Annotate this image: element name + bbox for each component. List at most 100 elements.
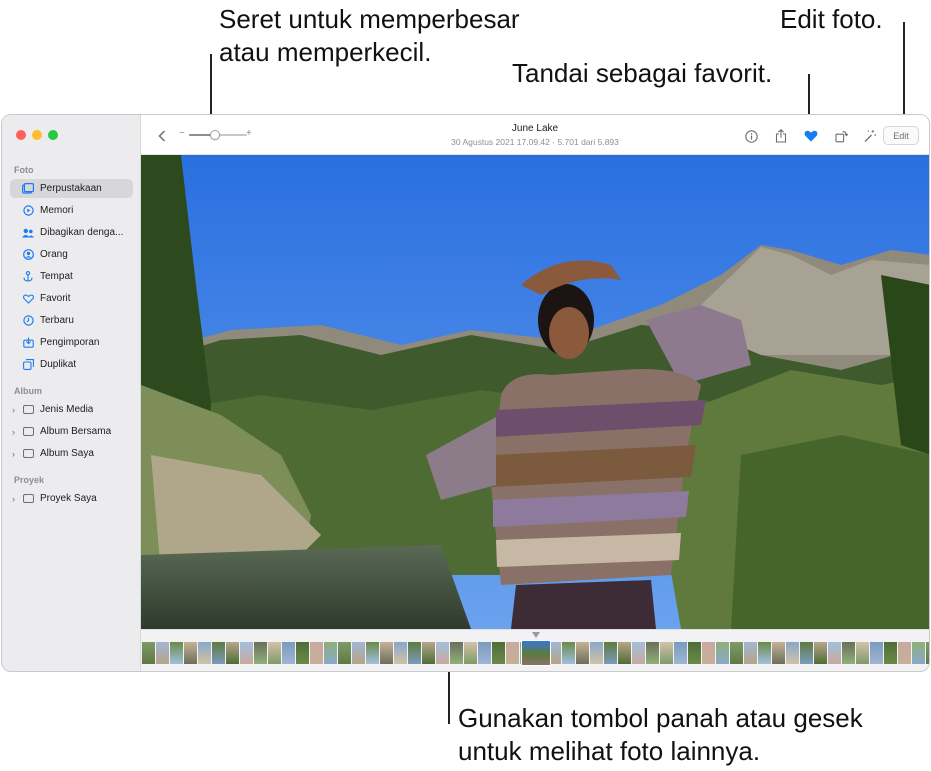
filmstrip-thumbnail[interactable] bbox=[800, 642, 813, 664]
filmstrip-thumbnail[interactable] bbox=[212, 642, 225, 664]
chevron-right-icon[interactable]: › bbox=[12, 405, 15, 415]
filmstrip-thumbnail[interactable] bbox=[674, 642, 687, 664]
filmstrip-thumbnail[interactable] bbox=[422, 642, 435, 664]
zoom-callout: Seret untuk memperbesar atau memperkecil… bbox=[219, 3, 520, 69]
filmstrip-thumbnail[interactable] bbox=[562, 642, 575, 664]
filmstrip-thumbnail[interactable] bbox=[380, 642, 393, 664]
filmstrip-thumbnail[interactable] bbox=[170, 642, 183, 664]
sidebar-item-label: Proyek Saya bbox=[40, 493, 97, 504]
filmstrip-thumbnail[interactable] bbox=[324, 642, 337, 664]
sidebar-item-favorites[interactable]: Favorit bbox=[10, 289, 133, 308]
sidebar-item-places[interactable]: Tempat bbox=[10, 267, 133, 286]
zoom-slider[interactable] bbox=[189, 130, 247, 140]
filmstrip-thumbnail[interactable] bbox=[436, 642, 449, 664]
chevron-right-icon[interactable]: › bbox=[12, 449, 15, 459]
filmstrip-thumbnail[interactable] bbox=[912, 642, 925, 664]
filmstrip-thumbnail[interactable] bbox=[576, 642, 589, 664]
toolbar: − + June Lake 30 Agustus 2021 17.09.42 ·… bbox=[141, 115, 929, 155]
sidebar-item-library[interactable]: Perpustakaan bbox=[10, 179, 133, 198]
filmstrip-thumbnail[interactable] bbox=[366, 642, 379, 664]
filmstrip-thumbnail[interactable] bbox=[660, 642, 673, 664]
rotate-button[interactable] bbox=[832, 127, 850, 145]
filmstrip-thumbnail[interactable] bbox=[772, 642, 785, 664]
filmstrip-thumbnail[interactable] bbox=[646, 642, 659, 664]
sidebar-item-label: Memori bbox=[40, 205, 74, 216]
share-button[interactable] bbox=[772, 127, 790, 145]
filmstrip-thumbnail[interactable] bbox=[688, 642, 701, 664]
chevron-right-icon[interactable]: › bbox=[12, 427, 15, 437]
close-window-button[interactable] bbox=[16, 130, 26, 140]
sidebar-section-photos: Foto bbox=[14, 165, 34, 175]
favorite-button[interactable] bbox=[802, 127, 820, 145]
filmstrip-thumbnail[interactable] bbox=[226, 642, 239, 664]
filmstrip[interactable] bbox=[141, 629, 929, 671]
sidebar-item-shared-with-you[interactable]: Dibagikan denga... bbox=[10, 223, 133, 242]
filmstrip-thumbnail[interactable] bbox=[198, 642, 211, 664]
sidebar-item-people[interactable]: Orang bbox=[10, 245, 133, 264]
edit-button[interactable]: Edit bbox=[883, 126, 919, 145]
sidebar-item-label: Album Saya bbox=[40, 448, 94, 459]
filmstrip-thumbnail[interactable] bbox=[254, 642, 267, 664]
filmstrip-thumbnail[interactable] bbox=[730, 642, 743, 664]
browse-callout-line1: Gunakan tombol panah atau gesek bbox=[458, 703, 863, 733]
filmstrip-thumbnail[interactable] bbox=[758, 642, 771, 664]
filmstrip-thumbnail[interactable] bbox=[744, 642, 757, 664]
sidebar-item-imports[interactable]: Pengimporan bbox=[10, 333, 133, 352]
filmstrip-thumbnail[interactable] bbox=[842, 642, 855, 664]
filmstrip-thumbnail[interactable] bbox=[590, 642, 603, 664]
filmstrip-thumbnail[interactable] bbox=[856, 642, 869, 664]
filmstrip-thumbnail[interactable] bbox=[450, 642, 463, 664]
filmstrip-thumbnail[interactable] bbox=[618, 642, 631, 664]
filmstrip-thumbnail[interactable] bbox=[884, 642, 897, 664]
filmstrip-thumbnail[interactable] bbox=[408, 642, 421, 664]
zoom-callout-line2: atau memperkecil. bbox=[219, 37, 432, 67]
filmstrip-thumbnail[interactable] bbox=[464, 642, 477, 664]
filmstrip-thumbnail[interactable] bbox=[296, 642, 309, 664]
info-button[interactable] bbox=[742, 127, 760, 145]
filmstrip-thumbnail[interactable] bbox=[282, 642, 295, 664]
filmstrip-thumbnail[interactable] bbox=[268, 642, 281, 664]
sidebar-item-media-types[interactable]: › Jenis Media bbox=[10, 400, 133, 419]
sidebar-item-shared-albums[interactable]: › Album Bersama bbox=[10, 422, 133, 441]
main-photo bbox=[141, 155, 929, 629]
browse-callout: Gunakan tombol panah atau gesek untuk me… bbox=[458, 702, 863, 768]
chevron-right-icon[interactable]: › bbox=[12, 494, 15, 504]
filmstrip-thumbnail[interactable] bbox=[156, 642, 169, 664]
filmstrip-thumbnail[interactable] bbox=[394, 642, 407, 664]
sidebar-item-label: Album Bersama bbox=[40, 426, 112, 437]
sidebar-item-my-albums[interactable]: › Album Saya bbox=[10, 444, 133, 463]
photo-viewer[interactable] bbox=[141, 155, 929, 629]
filmstrip-thumbnail[interactable] bbox=[506, 642, 519, 664]
filmstrip-thumbnail[interactable] bbox=[240, 642, 253, 664]
filmstrip-thumbnail[interactable] bbox=[142, 642, 155, 664]
sidebar-item-duplicates[interactable]: Duplikat bbox=[10, 355, 133, 374]
zoom-window-button[interactable] bbox=[48, 130, 58, 140]
filmstrip-thumbnail[interactable] bbox=[828, 642, 841, 664]
folder-icon bbox=[23, 449, 34, 458]
sidebar-item-my-projects[interactable]: › Proyek Saya bbox=[10, 489, 133, 508]
minimize-window-button[interactable] bbox=[32, 130, 42, 140]
filmstrip-thumbnail[interactable] bbox=[338, 642, 351, 664]
duplicates-icon bbox=[22, 359, 34, 371]
sidebar-item-recents[interactable]: Terbaru bbox=[10, 311, 133, 330]
filmstrip-thumbnail[interactable] bbox=[786, 642, 799, 664]
filmstrip-thumbnail[interactable] bbox=[702, 642, 715, 664]
sidebar-item-memories[interactable]: Memori bbox=[10, 201, 133, 220]
filmstrip-thumbnail[interactable] bbox=[604, 642, 617, 664]
filmstrip-thumbnail[interactable] bbox=[870, 642, 883, 664]
filmstrip-thumbnail[interactable] bbox=[926, 642, 929, 664]
folder-icon bbox=[23, 405, 34, 414]
filmstrip-thumbnail[interactable] bbox=[632, 642, 645, 664]
auto-enhance-button[interactable] bbox=[861, 127, 879, 145]
filmstrip-thumbnail[interactable] bbox=[310, 642, 323, 664]
filmstrip-thumbnail[interactable] bbox=[492, 642, 505, 664]
filmstrip-thumbnail[interactable] bbox=[352, 642, 365, 664]
filmstrip-thumbnail[interactable] bbox=[716, 642, 729, 664]
filmstrip-thumbnail[interactable] bbox=[184, 642, 197, 664]
sidebar-item-label: Jenis Media bbox=[40, 404, 94, 415]
filmstrip-current-thumbnail[interactable] bbox=[521, 640, 551, 666]
filmstrip-thumbnail[interactable] bbox=[814, 642, 827, 664]
filmstrip-thumbnail[interactable] bbox=[898, 642, 911, 664]
sidebar-item-label: Dibagikan denga... bbox=[40, 227, 124, 238]
filmstrip-thumbnail[interactable] bbox=[478, 642, 491, 664]
